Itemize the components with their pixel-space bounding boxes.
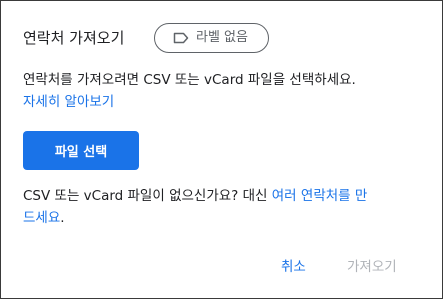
note-period: .: [60, 210, 65, 226]
dialog-title: 연락처 가져오기: [23, 29, 125, 47]
cancel-button[interactable]: 취소: [281, 256, 306, 278]
label-outline-icon: [173, 32, 189, 44]
create-multiple-contacts-link[interactable]: 여러 연락처를 만: [272, 188, 368, 204]
label-selector-chip[interactable]: 라벨 없음: [154, 23, 269, 53]
select-file-button[interactable]: 파일 선택: [23, 131, 139, 170]
create-multiple-contacts-link-continued[interactable]: 드세요: [23, 210, 60, 226]
label-chip-text: 라벨 없음: [196, 30, 248, 45]
import-contacts-dialog: 연락처 가져오기 라벨 없음 연락처를 가져오려면 CSV 또는 vCard 파…: [0, 0, 443, 299]
dialog-description: 연락처를 가져오려면 CSV 또는 vCard 파일을 선택하세요. 자세히 알…: [23, 69, 423, 113]
description-text: 연락처를 가져오려면 CSV 또는 vCard 파일을 선택하세요.: [23, 72, 356, 88]
note-text: CSV 또는 vCard 파일이 없으신가요? 대신: [23, 188, 272, 204]
dialog-actions: 취소 가져오기: [1, 256, 442, 280]
import-button[interactable]: 가져오기: [347, 256, 397, 278]
learn-more-link[interactable]: 자세히 알아보기: [23, 94, 114, 110]
no-file-note: CSV 또는 vCard 파일이 없으신가요? 대신 여러 연락처를 만 드세요…: [23, 185, 428, 229]
